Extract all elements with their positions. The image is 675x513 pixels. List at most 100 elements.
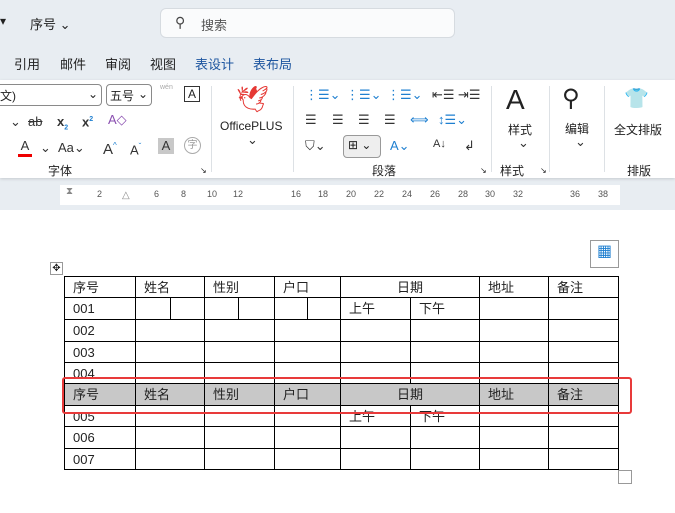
tab-table-layout[interactable]: 表布局 xyxy=(253,54,292,73)
decrease-indent-icon[interactable]: ⇤☰ xyxy=(432,87,455,103)
styles-dialog-launcher-icon[interactable]: ↘ xyxy=(540,166,547,175)
table-cell[interactable] xyxy=(410,448,480,470)
font-color-dropdown-icon[interactable]: ⌄ xyxy=(40,140,51,156)
split-cell[interactable] xyxy=(135,297,171,320)
sub-header-cell[interactable]: 下午 xyxy=(410,297,480,320)
table-cell[interactable] xyxy=(274,341,341,363)
table-cell[interactable] xyxy=(340,448,411,470)
char-shading-icon[interactable]: A xyxy=(158,138,174,154)
split-cell[interactable] xyxy=(204,297,239,320)
table-cell[interactable] xyxy=(548,426,619,449)
table-cell[interactable] xyxy=(479,448,549,470)
split-cell[interactable] xyxy=(170,297,205,320)
find-icon[interactable]: ⚲ xyxy=(562,84,580,113)
borders-button[interactable]: ⊞ ⌄ xyxy=(343,135,381,158)
strikethrough-icon[interactable]: ab xyxy=(28,114,42,130)
text-direction-icon[interactable]: A⌄ xyxy=(390,138,410,154)
table-cell[interactable] xyxy=(548,319,619,342)
table-cell[interactable] xyxy=(410,319,480,342)
tab-table-design[interactable]: 表设计 xyxy=(195,54,234,73)
tab-review[interactable]: 审阅 xyxy=(105,54,131,73)
underline-dropdown-icon[interactable]: ⌄ xyxy=(10,114,21,130)
font-size-select[interactable]: 五号 ⌄ xyxy=(106,84,152,106)
table-cell[interactable] xyxy=(204,341,275,363)
subscript-icon[interactable]: x2 xyxy=(57,114,68,137)
table-cell[interactable] xyxy=(548,341,619,363)
officeplus-logo-icon[interactable]: 🕊 xyxy=(236,84,269,115)
styles-icon[interactable]: A xyxy=(506,84,525,116)
table-cell[interactable] xyxy=(410,426,480,449)
multilevel-list-icon[interactable]: ⋮☰⌄ xyxy=(387,87,423,103)
table-cell[interactable] xyxy=(135,448,205,470)
line-spacing-icon[interactable]: ↕☰⌄ xyxy=(438,112,467,128)
table-quick-layout-icon[interactable]: ▦ xyxy=(590,240,619,268)
table-cell[interactable] xyxy=(340,319,411,342)
row-label-cell[interactable]: 007 xyxy=(64,448,136,470)
table-cell[interactable] xyxy=(548,448,619,470)
split-cell[interactable] xyxy=(307,297,341,320)
table-cell[interactable] xyxy=(204,448,275,470)
split-cell[interactable] xyxy=(274,297,308,320)
table-cell[interactable] xyxy=(479,426,549,449)
numbering-icon[interactable]: ⋮☰⌄ xyxy=(346,87,382,103)
table-cell[interactable] xyxy=(135,426,205,449)
table-cell[interactable] xyxy=(340,426,411,449)
row-label-cell[interactable]: 001 xyxy=(64,297,136,320)
distributed-icon[interactable]: ⟺ xyxy=(410,112,429,128)
table-cell[interactable] xyxy=(274,319,341,342)
tab-view[interactable]: 视图 xyxy=(150,54,176,73)
header-cell[interactable]: 姓名 xyxy=(135,276,205,298)
phonetic-guide-icon[interactable]: wén xyxy=(160,84,173,91)
table-cell[interactable] xyxy=(204,319,275,342)
show-marks-icon[interactable]: ↲ xyxy=(464,138,475,154)
grow-font-icon[interactable]: A^ xyxy=(103,138,117,158)
table-cell[interactable] xyxy=(204,426,275,449)
full-layout-button[interactable]: 全文排版 xyxy=(614,121,662,138)
table-cell[interactable] xyxy=(479,319,549,342)
paragraph-dialog-launcher-icon[interactable]: ↘ xyxy=(480,166,487,175)
row-label-cell[interactable]: 003 xyxy=(64,341,136,363)
table-move-handle-icon[interactable]: ✥ xyxy=(50,262,63,275)
sub-header-cell[interactable]: 上午 xyxy=(340,297,411,320)
row-label-cell[interactable]: 002 xyxy=(64,319,136,342)
right-indent-marker-icon[interactable]: △ xyxy=(122,190,130,201)
align-center-icon[interactable]: ☰ xyxy=(332,112,344,128)
header-cell[interactable]: 地址 xyxy=(479,276,549,298)
split-cell[interactable] xyxy=(238,297,275,320)
sort-icon[interactable]: A↓ xyxy=(433,136,446,152)
officeplus-button[interactable]: OfficePLUS xyxy=(220,119,282,133)
bullets-icon[interactable]: ⋮☰⌄ xyxy=(305,87,341,103)
font-dialog-launcher-icon[interactable]: ↘ xyxy=(200,166,207,175)
header-cell[interactable]: 备注 xyxy=(548,276,619,298)
table-cell[interactable] xyxy=(274,448,341,470)
table-cell[interactable] xyxy=(340,341,411,363)
header-cell[interactable]: 序号 xyxy=(64,276,136,298)
font-name-select[interactable]: 文) ⌄ xyxy=(0,84,102,106)
tab-mailings[interactable]: 邮件 xyxy=(60,54,86,73)
table-cell[interactable] xyxy=(135,319,205,342)
table-cell[interactable] xyxy=(135,341,205,363)
row-label-cell[interactable]: 006 xyxy=(64,426,136,449)
horizontal-ruler[interactable] xyxy=(60,185,620,205)
tab-references[interactable]: 引用 xyxy=(14,54,40,73)
header-cell[interactable]: 日期 xyxy=(340,276,480,298)
char-border-icon[interactable]: A xyxy=(184,86,200,102)
superscript-icon[interactable]: x2 xyxy=(82,112,93,130)
qat-chevron-icon[interactable]: ▾ xyxy=(0,14,6,28)
increase-indent-icon[interactable]: ⇥☰ xyxy=(458,87,481,103)
justify-icon[interactable]: ☰ xyxy=(384,112,396,128)
table-cell[interactable] xyxy=(548,297,619,320)
shrink-font-icon[interactable]: Aˇ xyxy=(130,139,141,158)
font-color-icon[interactable]: A xyxy=(18,138,32,157)
clear-format-icon[interactable]: A◇ xyxy=(108,112,127,128)
table-cell[interactable] xyxy=(479,341,549,363)
enclose-char-icon[interactable]: 字 xyxy=(184,137,201,154)
table-cell[interactable] xyxy=(479,297,549,320)
table-cell[interactable] xyxy=(410,341,480,363)
indent-marker-icon[interactable]: ⧗ xyxy=(66,186,73,197)
shading-icon[interactable]: ⛉⌄ xyxy=(305,138,326,154)
table-resize-handle[interactable] xyxy=(618,470,632,484)
align-right-icon[interactable]: ☰ xyxy=(358,112,370,128)
align-left-icon[interactable]: ☰ xyxy=(305,112,317,128)
header-cell[interactable]: 性别 xyxy=(204,276,275,298)
